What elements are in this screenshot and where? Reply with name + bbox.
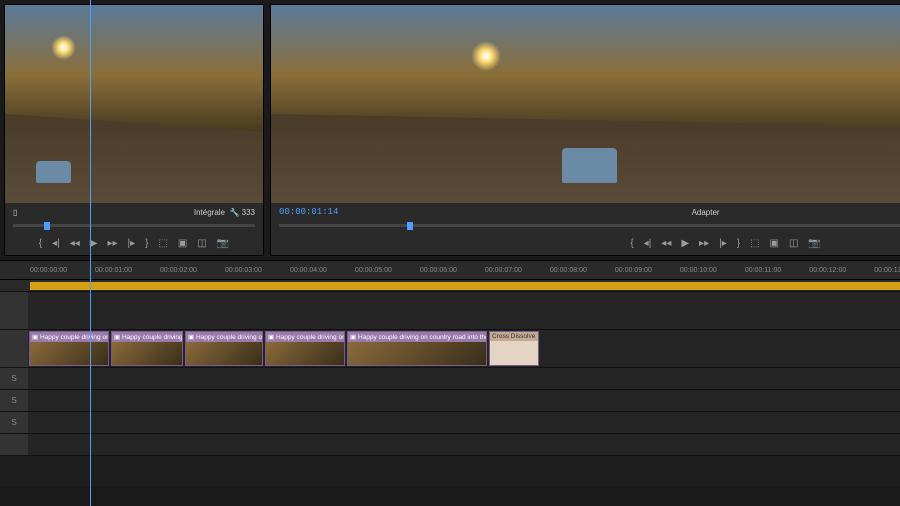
ruler-tick: 00:00:09:00	[615, 267, 652, 274]
source-transport: { ◂| ◂◂ ▶ ▸▸ |▸ } ⬚ ▣ ◫ 📷	[5, 231, 263, 255]
program-tc-in[interactable]: 00:00:01:14	[279, 207, 338, 217]
video-clip[interactable]: ▣ Happy couple driving on count	[29, 331, 109, 366]
track-v1-body[interactable]: ▣ Happy couple driving on count ▣ Happy c…	[28, 330, 900, 367]
ruler-tick: 00:00:10:00	[680, 267, 717, 274]
ruler-tick: 00:00:05:00	[355, 267, 392, 274]
timeline-area: 00:00:00:00 00:00:01:00 00:00:02:00 00:00:0…	[0, 260, 900, 486]
transition-label: Cross Dissolve	[490, 332, 538, 341]
insert-button[interactable]: ⬚	[158, 238, 167, 249]
clip-label: ▣ Happy couple driving on c	[266, 332, 344, 342]
track-head-a4[interactable]	[0, 434, 28, 455]
snapshot-button[interactable]: 📷	[808, 238, 820, 249]
track-a2: S	[0, 390, 900, 412]
ruler-tick: 00:00:07:00	[485, 267, 522, 274]
clip-label: ▣ Happy couple driving on	[186, 332, 262, 342]
tracks: ▣ Happy couple driving on count ▣ Happy c…	[0, 292, 900, 486]
track-head-a2[interactable]: S	[0, 390, 28, 411]
clip-thumbnail	[112, 342, 182, 365]
rewind-button[interactable]: ◂◂	[70, 238, 80, 249]
snapshot-button[interactable]: 📷	[217, 238, 229, 249]
work-area-bar[interactable]	[0, 280, 900, 292]
extract-button[interactable]: ▣	[770, 238, 779, 249]
program-mode-label[interactable]: Adapter	[692, 208, 720, 217]
video-clip[interactable]: ▣ Happy couple driving	[111, 331, 183, 366]
video-clip[interactable]: ▣ Happy couple driving on country road i…	[347, 331, 487, 366]
marker-icon[interactable]: ▯	[13, 208, 17, 217]
source-scrubber[interactable]	[5, 221, 263, 231]
program-playhead[interactable]	[407, 222, 413, 230]
mark-out-button[interactable]: }	[145, 238, 148, 249]
ruler-tick: 00:00:11:00	[745, 267, 781, 274]
source-mode-label[interactable]: Intégrale	[194, 208, 225, 217]
clip-label: ▣ Happy couple driving on country road i…	[348, 332, 486, 342]
export-frame-button[interactable]: ◫	[197, 238, 206, 249]
timeline-playhead[interactable]	[90, 292, 91, 486]
program-transport: { ◂| ◂◂ ▶ ▸▸ |▸ } ⬚ ▣ ◫ 📷	[271, 231, 900, 255]
time-ruler[interactable]: 00:00:00:00 00:00:01:00 00:00:02:00 00:00:0…	[0, 260, 900, 280]
ruler-tick: 00:00:06:00	[420, 267, 457, 274]
ruler-tick: 00:00:13:00	[874, 267, 900, 274]
export-frame-button[interactable]: ◫	[789, 238, 798, 249]
clip-thumbnail	[186, 342, 262, 365]
ruler-tick: 00:00:08:00	[550, 267, 587, 274]
clip-label: ▣ Happy couple driving on count	[30, 332, 108, 342]
step-back-button[interactable]: ◂|	[52, 238, 60, 249]
program-info-bar: 00:00:01:14 Adapter Intégrale 00:03:34:2…	[271, 203, 900, 221]
track-a1: S	[0, 368, 900, 390]
transition-clip[interactable]: Cross Dissolve	[489, 331, 539, 366]
mark-in-button[interactable]: {	[39, 238, 42, 249]
clip-thumbnail	[30, 342, 108, 365]
track-head-a3[interactable]: S	[0, 412, 28, 433]
forward-button[interactable]: ▸▸	[107, 238, 117, 249]
track-a4	[0, 434, 900, 456]
video-clip[interactable]: ▣ Happy couple driving on	[185, 331, 263, 366]
overwrite-button[interactable]: ▣	[178, 238, 187, 249]
rewind-button[interactable]: ◂◂	[661, 238, 671, 249]
clip-thumbnail	[266, 342, 344, 365]
source-playhead[interactable]	[44, 222, 50, 230]
track-head-v2[interactable]	[0, 292, 28, 329]
ruler-tick: 00:00:03:00	[225, 267, 262, 274]
program-scrubber[interactable]	[271, 221, 900, 231]
track-head-a1[interactable]: S	[0, 368, 28, 389]
source-preview[interactable]	[5, 5, 263, 203]
ruler-tick: 00:00:01:00	[95, 267, 132, 274]
track-a3: S	[0, 412, 900, 434]
mark-out-button[interactable]: }	[737, 238, 740, 249]
viewers-row: ▯ Intégrale 🔧 333 { ◂| ◂◂ ▶ ▸▸ |▸ } ⬚ ▣ …	[0, 0, 900, 260]
app-root: ▯ Intégrale 🔧 333 { ◂| ◂◂ ▶ ▸▸ |▸ } ⬚ ▣ …	[0, 0, 900, 506]
main-column: ▯ Intégrale 🔧 333 { ◂| ◂◂ ▶ ▸▸ |▸ } ⬚ ▣ …	[0, 0, 900, 506]
clip-label: ▣ Happy couple driving	[112, 332, 182, 342]
step-fwd-button[interactable]: |▸	[719, 238, 727, 249]
program-preview[interactable]	[271, 5, 900, 203]
ruler-tick: 00:00:02:00	[160, 267, 197, 274]
timeline-panel: 00:00:00:00 00:00:01:00 00:00:02:00 00:00:0…	[0, 260, 900, 486]
ruler-tick: 00:00:00:00	[30, 267, 67, 274]
source-monitor: ▯ Intégrale 🔧 333 { ◂| ◂◂ ▶ ▸▸ |▸ } ⬚ ▣ …	[4, 4, 264, 256]
forward-button[interactable]: ▸▸	[699, 238, 709, 249]
bottom-row: 00:00:00:00 00:00:01:00 00:00:02:00 00:00:0…	[0, 260, 900, 486]
play-button[interactable]: ▶	[681, 238, 689, 249]
lift-button[interactable]: ⬚	[750, 238, 759, 249]
clip-thumbnail	[348, 342, 486, 365]
track-v2	[0, 292, 900, 330]
mark-in-button[interactable]: {	[630, 238, 633, 249]
track-v1: ▣ Happy couple driving on count ▣ Happy c…	[0, 330, 900, 368]
source-frame-count: 333	[242, 208, 255, 217]
video-clip[interactable]: ▣ Happy couple driving on c	[265, 331, 345, 366]
track-head-v1[interactable]	[0, 330, 28, 367]
ruler-tick: 00:00:12:00	[809, 267, 846, 274]
step-back-button[interactable]: ◂|	[644, 238, 652, 249]
program-monitor: 00:00:01:14 Adapter Intégrale 00:03:34:2…	[270, 4, 900, 256]
step-fwd-button[interactable]: |▸	[127, 238, 135, 249]
ruler-tick: 00:00:04:00	[290, 267, 327, 274]
source-info-bar: ▯ Intégrale 🔧 333	[5, 203, 263, 221]
